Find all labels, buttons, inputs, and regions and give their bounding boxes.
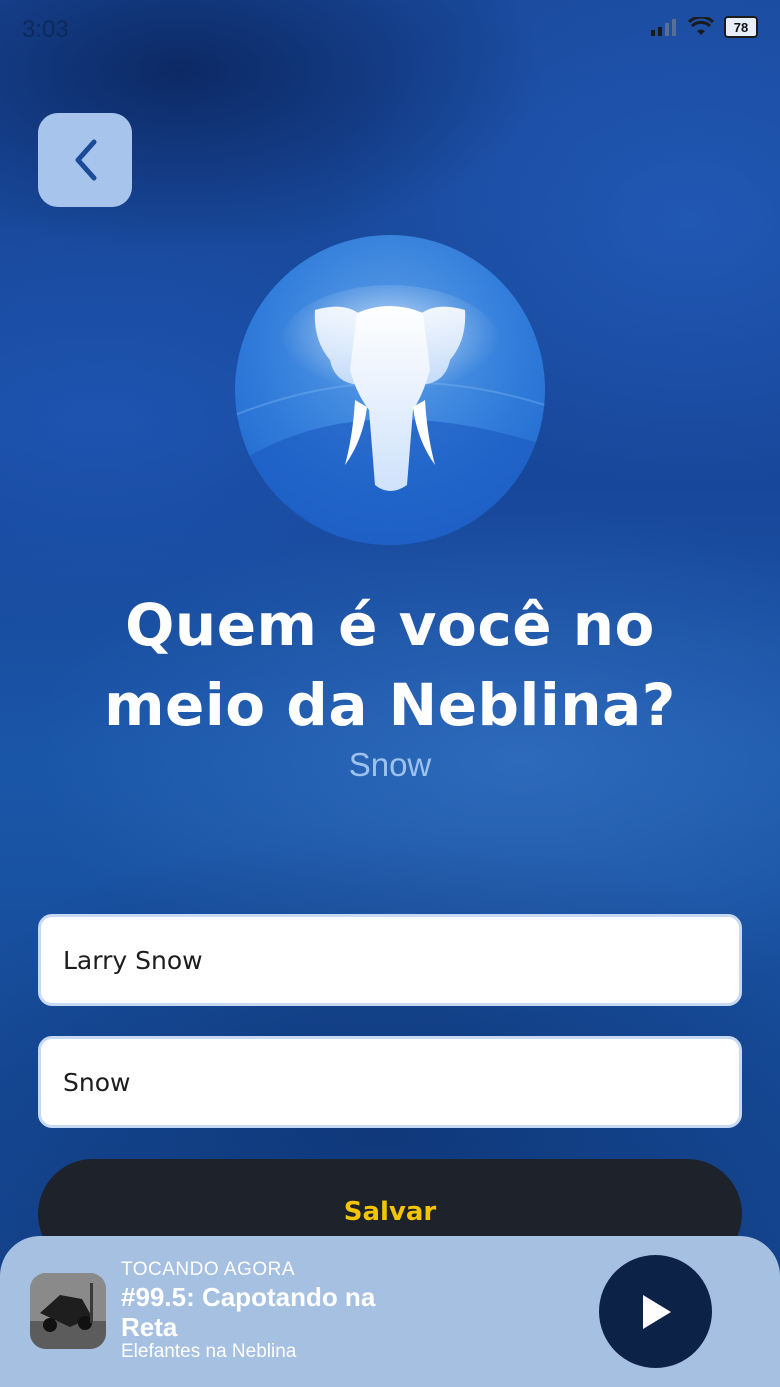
now-playing-bar[interactable]: TOCANDO AGORA #99.5: Capotando na Reta E… <box>0 1236 780 1387</box>
page-title-line1: Quem é você no <box>125 591 655 659</box>
elephant-icon <box>235 285 545 545</box>
page-subtitle: Snow <box>348 746 432 783</box>
page-title-line2: meio da Neblina? <box>104 671 676 739</box>
page-title: Quem é você no meio da Neblina? <box>90 585 690 745</box>
status-icons: 78 <box>650 16 758 38</box>
cover-image <box>30 1273 106 1349</box>
back-button[interactable] <box>38 113 132 207</box>
status-bar: 3:03 78 <box>0 0 780 60</box>
nickname-field[interactable] <box>38 1036 742 1128</box>
wifi-icon <box>688 17 714 35</box>
episode-cover <box>30 1273 106 1349</box>
name-field[interactable] <box>38 914 742 1006</box>
now-playing-label: TOCANDO AGORA <box>121 1259 296 1280</box>
chevron-left-icon <box>75 139 97 181</box>
signal-icon <box>651 19 676 36</box>
elephant-logo <box>235 235 545 545</box>
play-icon <box>642 1294 671 1329</box>
play-button[interactable] <box>599 1255 712 1368</box>
now-playing-title: #99.5: Capotando na Reta <box>121 1282 376 1342</box>
now-playing-artist: Elefantes na Neblina <box>121 1341 297 1362</box>
battery-icon: 78 <box>724 16 758 38</box>
status-time: 3:03 <box>22 16 69 43</box>
